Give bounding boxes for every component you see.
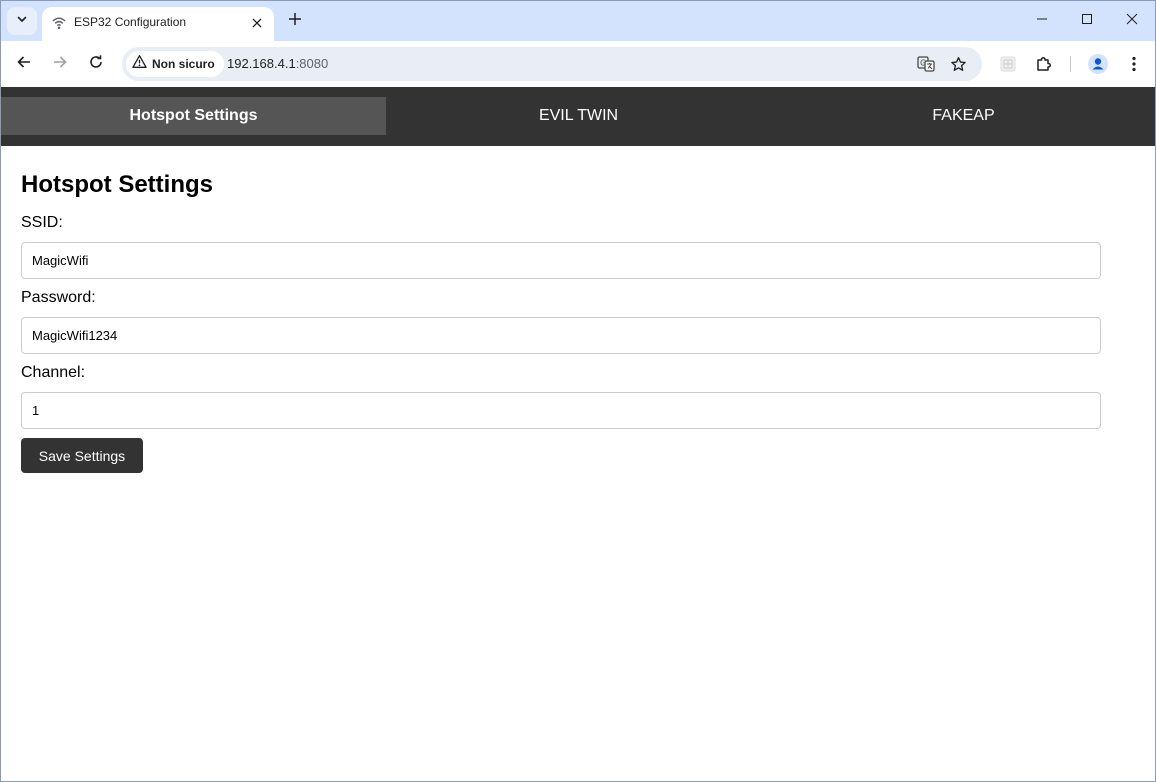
minimize-icon (1036, 12, 1048, 30)
plus-icon (288, 12, 302, 31)
arrow-left-icon (16, 54, 32, 75)
url-port: :8080 (295, 56, 329, 71)
back-button[interactable] (10, 50, 38, 78)
tab-strip: ESP32 Configuration (1, 1, 1155, 41)
ssid-input[interactable] (21, 242, 1101, 279)
browser-toolbar: Non sicuro 192.168.4.1:8080 G (1, 41, 1155, 87)
more-menu-icon[interactable] (1120, 50, 1148, 78)
password-input[interactable] (21, 317, 1101, 354)
nav-link-fakeap[interactable]: FAKEAP (771, 97, 1156, 135)
maximize-icon (1081, 12, 1093, 30)
profile-avatar-icon[interactable] (1084, 50, 1112, 78)
site-security-chip[interactable]: Non sicuro (126, 51, 224, 77)
tab-search-button[interactable] (7, 7, 37, 35)
reload-button[interactable] (82, 50, 110, 78)
security-label: Non sicuro (152, 57, 215, 71)
close-tab-icon[interactable] (248, 14, 266, 32)
save-settings-button[interactable]: Save Settings (21, 438, 143, 473)
arrow-right-icon (52, 54, 68, 75)
toolbar-divider (1070, 56, 1071, 72)
forward-button[interactable] (46, 50, 74, 78)
url-text[interactable]: 192.168.4.1:8080 (227, 56, 328, 71)
translate-icon[interactable]: G (914, 52, 938, 76)
close-icon (1126, 12, 1138, 30)
nav-link-evil-twin[interactable]: EVIL TWIN (386, 97, 771, 135)
close-window-button[interactable] (1109, 1, 1155, 41)
nav-link-hotspot-settings[interactable]: Hotspot Settings (1, 97, 386, 135)
extension-icon[interactable] (994, 50, 1022, 78)
bookmark-star-icon[interactable] (946, 52, 970, 76)
top-navbar: Hotspot Settings EVIL TWIN FAKEAP (1, 87, 1155, 146)
channel-input[interactable] (21, 392, 1101, 429)
page-title: Hotspot Settings (21, 171, 213, 198)
wifi-icon (51, 15, 67, 31)
puzzle-icon[interactable] (1030, 50, 1058, 78)
maximize-button[interactable] (1064, 1, 1110, 41)
browser-tab[interactable]: ESP32 Configuration (42, 7, 274, 41)
warning-icon (132, 54, 147, 74)
page-viewport: Hotspot Settings EVIL TWIN FAKEAP Hotspo… (1, 87, 1155, 781)
reload-icon (88, 54, 104, 75)
url-host: 192.168.4.1 (227, 56, 296, 71)
chevron-down-icon (16, 12, 28, 30)
tab-title: ESP32 Configuration (74, 15, 187, 29)
address-bar[interactable]: Non sicuro 192.168.4.1:8080 G (122, 47, 982, 81)
channel-label: Channel: (21, 364, 86, 381)
password-label: Password: (21, 289, 96, 306)
settings-form: Hotspot Settings SSID: Password: Channel… (21, 171, 1101, 473)
minimize-button[interactable] (1019, 1, 1065, 41)
new-tab-button[interactable] (283, 9, 307, 33)
ssid-label: SSID: (21, 214, 63, 231)
